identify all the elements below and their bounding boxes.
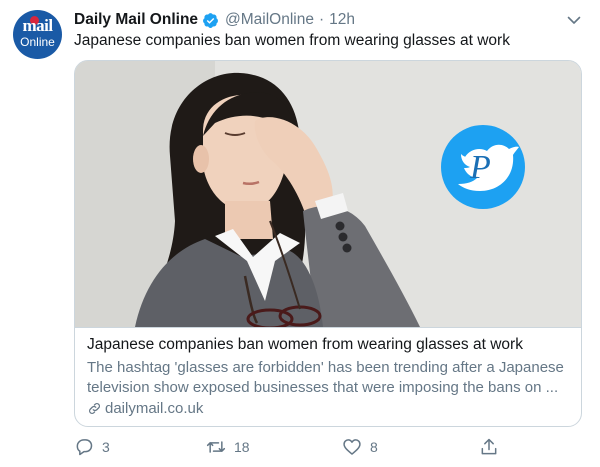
chevron-down-icon[interactable] <box>566 12 582 28</box>
verified-badge-icon <box>203 12 218 28</box>
avatar-logo-mail: mail <box>22 16 53 35</box>
link-card[interactable]: P Japanese companies ban women from wear… <box>74 60 582 427</box>
tweet-actions: 3 18 8 <box>74 437 582 461</box>
handle[interactable]: @MailOnline <box>225 11 314 29</box>
card-domain-text: dailymail.co.uk <box>105 400 204 417</box>
card-description-line: The hashtag 'glasses are forbidden' has … <box>87 359 564 376</box>
like-count: 8 <box>370 439 378 455</box>
like-icon <box>343 439 361 455</box>
retweet-icon <box>206 441 226 453</box>
timestamp[interactable]: 12h <box>329 11 355 29</box>
retweet-count: 18 <box>234 439 250 455</box>
card-description: The hashtag 'glasses are forbidden' has … <box>87 358 571 398</box>
reply-icon <box>76 439 93 456</box>
link-icon <box>89 403 100 414</box>
card-photo <box>75 61 581 327</box>
watermark-letter: P <box>470 149 491 186</box>
share-icon <box>481 438 497 455</box>
card-body[interactable]: Japanese companies ban women from wearin… <box>75 327 581 426</box>
card-domain: dailymail.co.uk <box>87 400 203 417</box>
avatar[interactable]: mail Online <box>13 10 62 59</box>
card-title: Japanese companies ban women from wearin… <box>87 336 523 353</box>
tweet-header: Daily Mail Online @MailOnline · 12h <box>74 10 355 30</box>
avatar-logo-online: Online <box>20 35 55 49</box>
like-button[interactable]: 8 <box>342 437 378 457</box>
card-image[interactable]: P <box>75 61 581 327</box>
display-name[interactable]: Daily Mail Online <box>74 11 198 29</box>
share-button[interactable] <box>479 437 499 457</box>
separator-dot: · <box>319 11 325 28</box>
reply-count: 3 <box>102 439 110 455</box>
reply-button[interactable]: 3 <box>74 437 110 457</box>
card-description-line: television show exposed businesses that … <box>87 379 559 396</box>
retweet-button[interactable]: 18 <box>206 437 250 457</box>
tweet-text: Japanese companies ban women from wearin… <box>74 32 510 49</box>
tweet[interactable]: mail Online Daily Mail Online @MailOnlin… <box>0 0 600 467</box>
